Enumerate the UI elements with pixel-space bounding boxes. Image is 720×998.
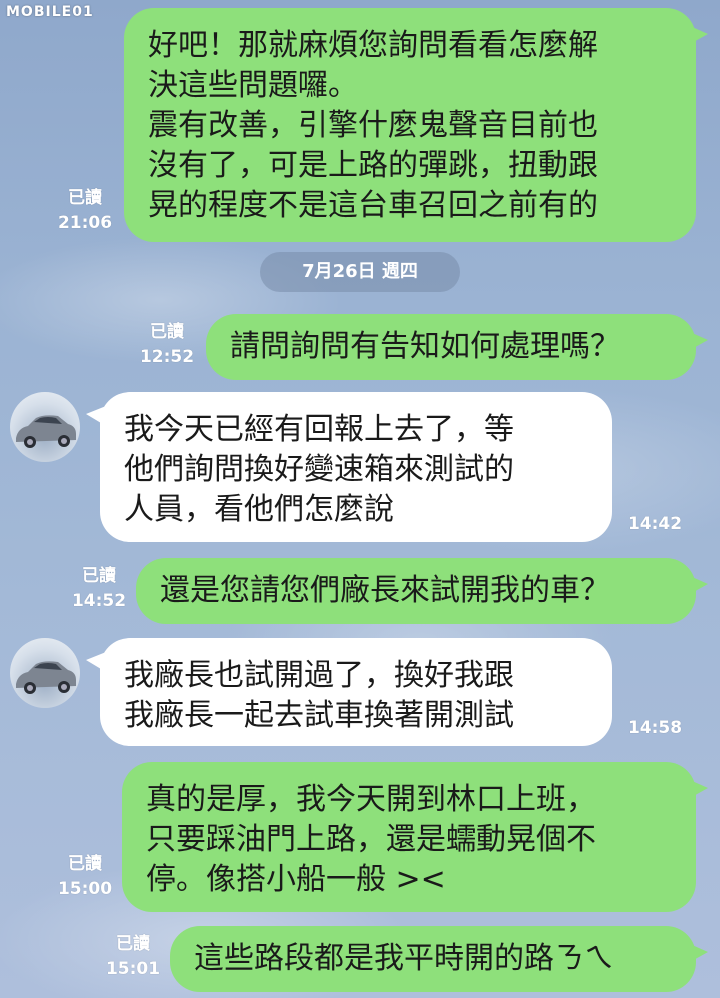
read-receipt: 已讀 bbox=[82, 566, 116, 586]
message-time: 14:52 bbox=[71, 591, 127, 611]
message-bubble-outgoing[interactable]: 真的是厚，我今天開到林口上班， 只要踩油門上路，還是蠕動晃個不 停。像搭小船一般… bbox=[122, 762, 708, 912]
read-receipt: 已讀 bbox=[150, 322, 184, 342]
car-avatar-icon[interactable] bbox=[10, 638, 80, 708]
message-text: 好吧！那就麻煩您詢問看看怎麼解 決這些問題囉。 震有改善，引擎什麼鬼聲音目前也 … bbox=[148, 28, 598, 223]
date-separator: 7月26日 週四 bbox=[260, 252, 460, 292]
message-bubble-outgoing[interactable]: 這些路段都是我平時開的路ㄋㄟ bbox=[170, 926, 708, 992]
message-meta: 14:42 bbox=[622, 512, 688, 537]
message-meta: 已讀 15:01 bbox=[100, 932, 166, 982]
message-meta: 已讀 12:52 bbox=[134, 320, 200, 370]
message-text: 這些路段都是我平時開的路ㄋㄟ bbox=[194, 941, 614, 976]
car-avatar-icon[interactable] bbox=[10, 392, 80, 462]
message-bubble-incoming[interactable]: 我廠長也試開過了，換好我跟 我廠長一起去試車換著開測試 bbox=[86, 638, 612, 746]
message-time: 12:52 bbox=[139, 347, 195, 367]
message-text: 我廠長也試開過了，換好我跟 我廠長一起去試車換著開測試 bbox=[124, 658, 514, 733]
message-time: 14:42 bbox=[627, 514, 683, 534]
message-meta: 已讀 14:52 bbox=[66, 564, 132, 614]
message-time: 21:06 bbox=[57, 213, 113, 233]
message-bubble-outgoing[interactable]: 好吧！那就麻煩您詢問看看怎麼解 決這些問題囉。 震有改善，引擎什麼鬼聲音目前也 … bbox=[124, 8, 708, 242]
message-bubble-outgoing[interactable]: 還是您請您們廠長來試開我的車？ bbox=[136, 558, 708, 624]
message-meta: 14:58 bbox=[622, 716, 688, 741]
message-meta: 已讀 15:00 bbox=[52, 852, 118, 902]
watermark-logo: MOBILE01 bbox=[6, 4, 94, 20]
read-receipt: 已讀 bbox=[68, 854, 102, 874]
message-time: 15:00 bbox=[57, 879, 113, 899]
message-text: 我今天已經有回報上去了，等 他們詢問換好變速箱來測試的 人員，看他們怎麼說 bbox=[124, 412, 514, 527]
message-text: 還是您請您們廠長來試開我的車？ bbox=[160, 573, 610, 608]
message-text: 請問詢問有告知如何處理嗎？ bbox=[230, 329, 620, 364]
message-time: 15:01 bbox=[105, 959, 161, 979]
read-receipt: 已讀 bbox=[68, 188, 102, 208]
read-receipt: 已讀 bbox=[116, 934, 150, 954]
message-bubble-incoming[interactable]: 我今天已經有回報上去了，等 他們詢問換好變速箱來測試的 人員，看他們怎麼說 bbox=[86, 392, 612, 542]
message-meta: 已讀 21:06 bbox=[52, 186, 118, 236]
message-time: 14:58 bbox=[627, 718, 683, 738]
message-text: 真的是厚，我今天開到林口上班， 只要踩油門上路，還是蠕動晃個不 停。像搭小船一般… bbox=[146, 782, 596, 897]
message-bubble-outgoing[interactable]: 請問詢問有告知如何處理嗎？ bbox=[206, 314, 708, 380]
